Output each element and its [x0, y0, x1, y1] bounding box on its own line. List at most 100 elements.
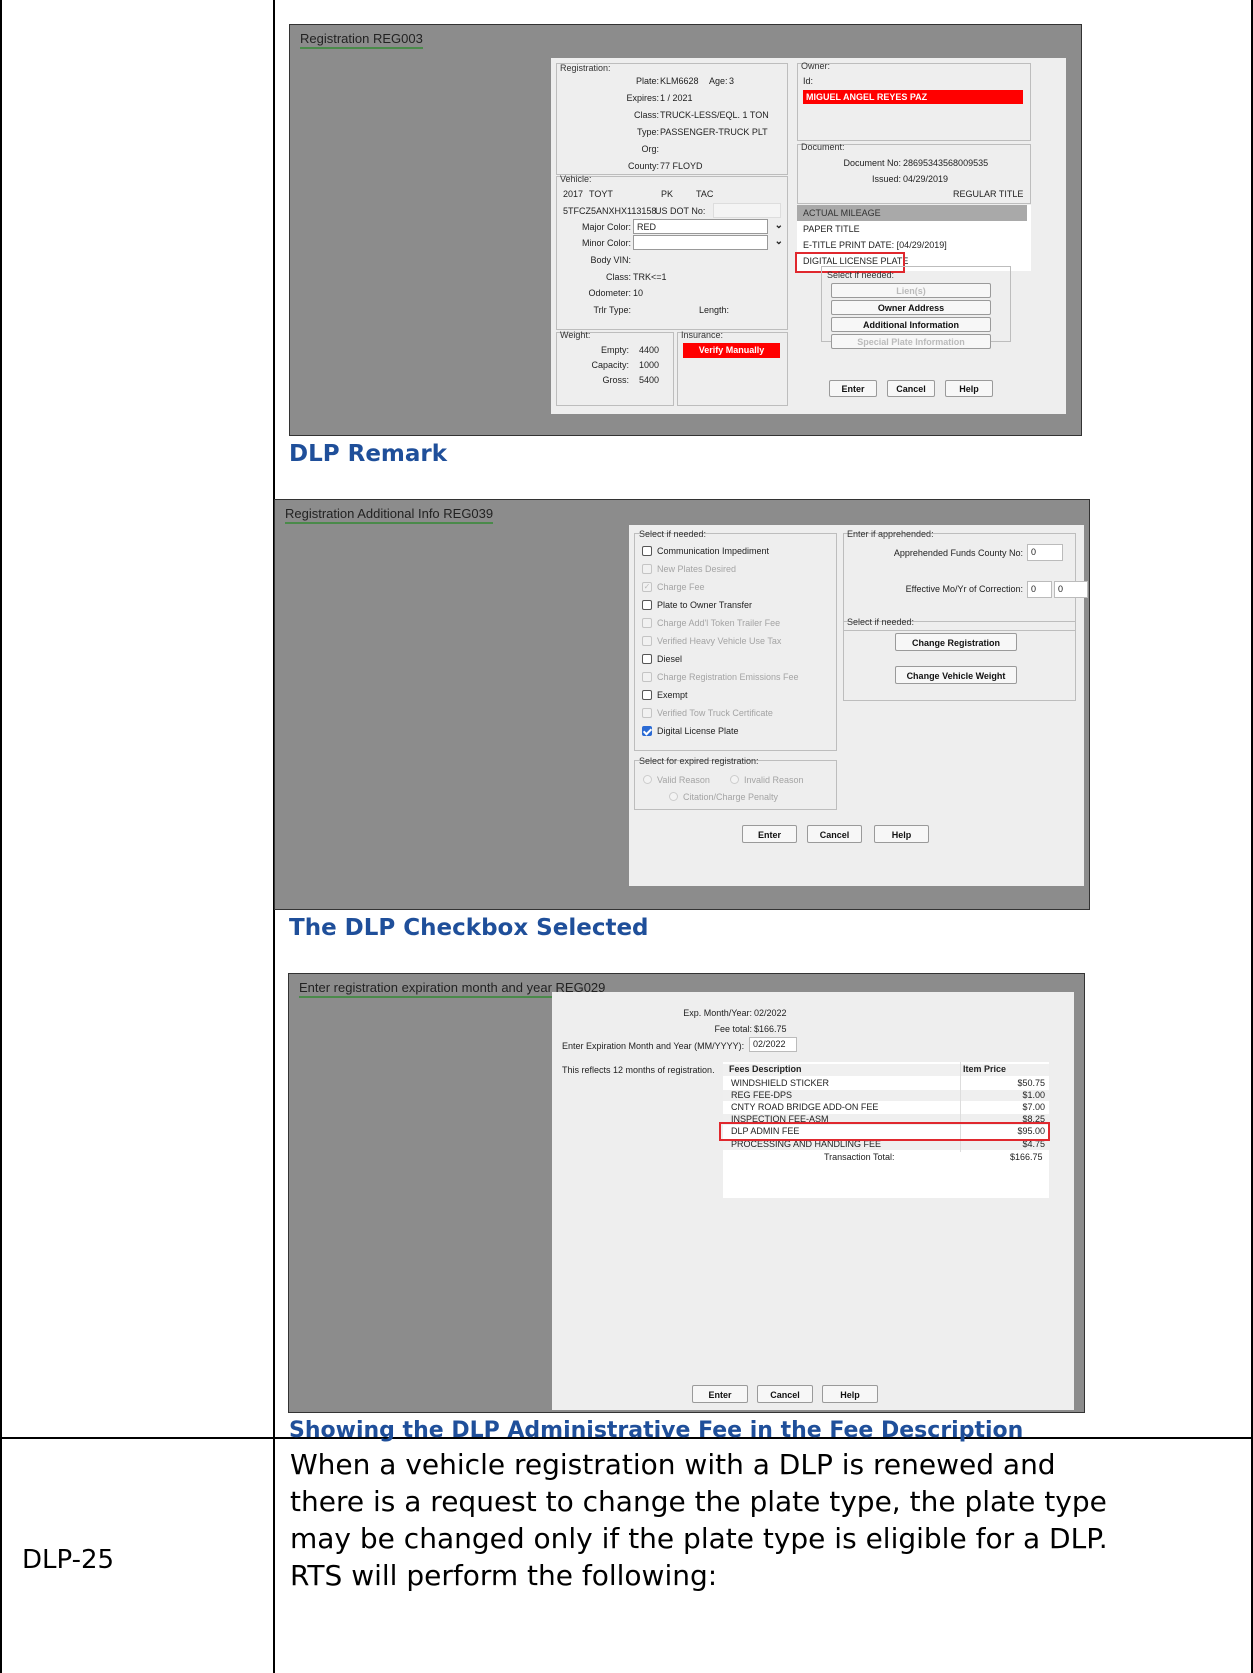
- enter-exp-label: Enter Expiration Month and Year (MM/YYYY…: [562, 1041, 745, 1051]
- citation-radio[interactable]: [669, 792, 678, 801]
- checkbox-heavy-vehicle[interactable]: [642, 636, 652, 646]
- check-label: Verified Heavy Vehicle Use Tax: [657, 636, 782, 646]
- expired-label: Select for expired registration:: [639, 756, 759, 766]
- checkbox-new-plates[interactable]: [642, 564, 652, 574]
- fee-desc: WINDSHIELD STICKER: [731, 1078, 830, 1088]
- remark-item[interactable]: PAPER TITLE: [797, 221, 1027, 237]
- change-vehicle-weight-button[interactable]: Change Vehicle Weight: [895, 666, 1017, 684]
- capacity-label: Capacity:: [591, 360, 629, 370]
- lien-button[interactable]: Lien(s): [831, 283, 991, 298]
- org-label: Org:: [641, 144, 659, 154]
- checkbox-digital-license-plate[interactable]: [642, 726, 652, 736]
- caption-dlp-admin-fee: Showing the DLP Administrative Fee in th…: [289, 1418, 1024, 1443]
- help-button[interactable]: Help: [945, 380, 993, 397]
- checkbox-exempt[interactable]: [642, 690, 652, 700]
- caption-dlp-checkbox: The DLP Checkbox Selected: [289, 915, 649, 941]
- checkbox-plate-to-owner[interactable]: [642, 600, 652, 610]
- reflects-text: This reflects 12 months of registration.: [562, 1065, 715, 1075]
- vehicle-vin: 5TFCZ5ANXHX113158: [563, 206, 657, 216]
- fee-total-value: $166.75: [754, 1024, 787, 1034]
- empty-value: 4400: [639, 345, 660, 355]
- document-no-label: Document No:: [843, 158, 901, 168]
- requirement-id: DLP-25: [22, 1545, 115, 1575]
- major-color-label: Major Color:: [581, 222, 631, 232]
- owner-address-button[interactable]: Owner Address: [831, 300, 991, 315]
- chevron-down-icon: ⌄: [774, 236, 783, 247]
- minor-color-label: Minor Color:: [581, 238, 631, 248]
- fees-header: Fees Description Item Price: [723, 1064, 1049, 1076]
- reg003-panel: Registration: Plate: KLM6628 Age: 3 Expi…: [551, 58, 1066, 414]
- requirement-line: may be changed only if the plate type is…: [290, 1522, 1108, 1555]
- fee-total-label: Fee total:: [714, 1024, 752, 1034]
- check-label: Plate to Owner Transfer: [657, 600, 753, 610]
- checkbox-tow-truck[interactable]: [642, 708, 652, 718]
- check-label: Charge Registration Emissions Fee: [657, 672, 799, 682]
- major-color-value: RED: [637, 222, 657, 232]
- document-label: Document:: [801, 142, 845, 152]
- cancel-button[interactable]: Cancel: [887, 380, 935, 397]
- table-row[interactable]: REG FEE-DPS $1.00: [723, 1090, 1049, 1101]
- county-value: 77 FLOYD: [660, 161, 703, 171]
- additional-information-button[interactable]: Additional Information: [831, 317, 991, 332]
- expiration-input[interactable]: 02/2022: [749, 1037, 797, 1052]
- fee-price: $50.75: [1017, 1078, 1045, 1088]
- expired-group: [634, 760, 837, 810]
- enter-button[interactable]: Enter: [829, 380, 877, 397]
- apprehended-label: Enter if apprehended:: [847, 529, 934, 539]
- owner-id-label: Id:: [803, 76, 814, 86]
- transaction-total-value: $166.75: [1010, 1152, 1043, 1162]
- table-row[interactable]: CNTY ROAD BRIDGE ADD-ON FEE $7.00: [723, 1102, 1049, 1113]
- screenshot-reg039: Registration Additional Info REG039 Sele…: [274, 499, 1090, 910]
- cancel-button[interactable]: Cancel: [807, 825, 862, 843]
- vehicle-year: 2017: [563, 189, 584, 199]
- capacity-value: 1000: [639, 360, 660, 370]
- county-label: County:: [627, 161, 659, 171]
- fee-desc: REG FEE-DPS: [731, 1090, 793, 1100]
- gross-value: 5400: [639, 375, 660, 385]
- valid-reason-radio[interactable]: [643, 775, 652, 784]
- expires-value: 1 / 2021: [660, 93, 693, 103]
- funds-county-input[interactable]: 0: [1027, 544, 1063, 561]
- checkbox-communication-impediment[interactable]: [642, 546, 652, 556]
- caption-dlp-remark: DLP Remark: [289, 441, 448, 467]
- gross-label: Gross:: [602, 375, 629, 385]
- checkbox-charge-fee[interactable]: ✓: [642, 582, 652, 592]
- reg039-panel: Select if needed: Communication Impedime…: [629, 525, 1088, 886]
- invalid-reason-radio[interactable]: [730, 775, 739, 784]
- table-row[interactable]: WINDSHIELD STICKER $50.75: [723, 1078, 1049, 1089]
- insurance-label: Insurance:: [681, 330, 724, 340]
- usdot-field[interactable]: [713, 203, 781, 218]
- check-label: Charge Add'l Token Trailer Fee: [657, 618, 781, 628]
- remark-item[interactable]: E-TITLE PRINT DATE: [04/29/2019]: [797, 237, 1027, 253]
- checkbox-token-trailer[interactable]: [642, 618, 652, 628]
- help-button[interactable]: Help: [822, 1385, 878, 1403]
- requirement-line: there is a request to change the plate t…: [290, 1485, 1107, 1518]
- help-button[interactable]: Help: [874, 825, 929, 843]
- cancel-button[interactable]: Cancel: [757, 1385, 813, 1403]
- remark-item[interactable]: ACTUAL MILEAGE: [797, 205, 1027, 221]
- change-registration-button[interactable]: Change Registration: [895, 633, 1017, 651]
- special-plate-information-button[interactable]: Special Plate Information: [831, 334, 991, 349]
- enter-button[interactable]: Enter: [692, 1385, 748, 1403]
- select-if-needed-label: Select if needed:: [639, 529, 707, 539]
- checkbox-diesel[interactable]: [642, 654, 652, 664]
- col-fees-description: Fees Description: [729, 1064, 802, 1074]
- check-label: Exempt: [657, 690, 688, 700]
- checkbox-emissions[interactable]: [642, 672, 652, 682]
- age-label: Age:: [709, 76, 728, 86]
- screenshot-reg003: Registration REG003 Registration: Plate:…: [289, 24, 1082, 436]
- major-color-select[interactable]: RED ⌄: [633, 219, 783, 234]
- vehicle-body: PK: [661, 189, 674, 199]
- length-label: Length:: [699, 305, 730, 315]
- effective-year-input[interactable]: 0: [1054, 581, 1088, 598]
- citation-label: Citation/Charge Penalty: [683, 792, 779, 802]
- empty-label: Empty:: [600, 345, 629, 355]
- effective-month-input[interactable]: 0: [1027, 581, 1052, 598]
- reg029-panel: Exp. Month/Year: 02/2022 Fee total: $166…: [552, 992, 1074, 1410]
- vehicle-class-value: TRK<=1: [633, 272, 667, 282]
- registration-label: Registration:: [560, 63, 611, 73]
- enter-button[interactable]: Enter: [742, 825, 797, 843]
- minor-color-select[interactable]: ⌄: [633, 235, 783, 250]
- usdot-label: US DOT No:: [655, 206, 706, 216]
- valid-reason-label: Valid Reason: [657, 775, 710, 785]
